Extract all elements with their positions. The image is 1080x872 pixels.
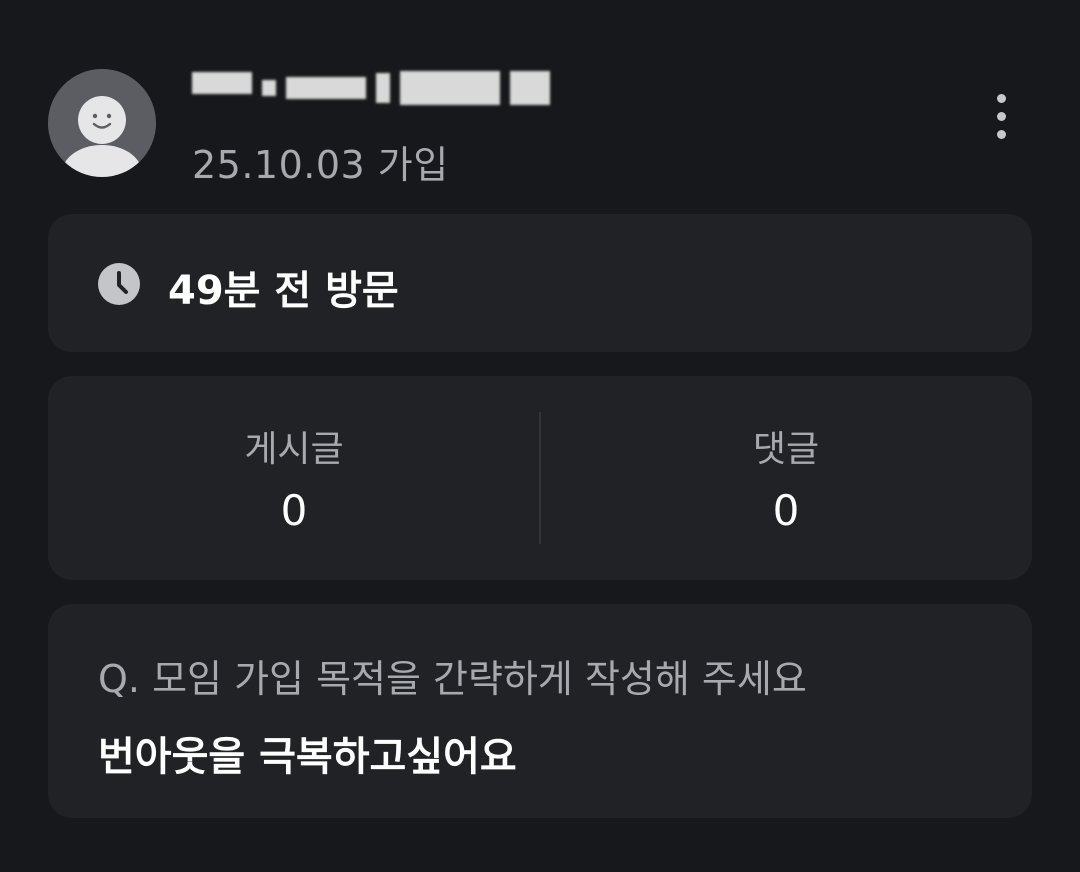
clock-icon — [98, 263, 140, 305]
avatar[interactable] — [48, 69, 156, 177]
more-vertical-icon[interactable] — [984, 92, 1020, 144]
activity-stats-card: 게시글 0 댓글 0 — [48, 376, 1032, 580]
comments-stat[interactable]: 댓글 0 — [540, 376, 1032, 580]
username-redacted — [192, 64, 642, 112]
last-visit-card: 49분 전 방문 — [48, 214, 1032, 352]
comments-label: 댓글 — [752, 429, 820, 470]
posts-label: 게시글 — [244, 429, 344, 470]
join-date: 25.10.03 가입 — [192, 143, 449, 187]
join-purpose-question: Q. 모임 가입 목적을 간략하게 작성해 주세요 — [98, 657, 807, 701]
default-avatar-icon — [48, 69, 156, 177]
posts-count: 0 — [280, 486, 308, 535]
last-visit-text: 49분 전 방문 — [168, 268, 399, 314]
join-purpose-answer: 번아웃을 극복하고싶어요 — [98, 734, 517, 780]
join-purpose-card: Q. 모임 가입 목적을 간략하게 작성해 주세요 번아웃을 극복하고싶어요 — [48, 604, 1032, 818]
comments-count: 0 — [772, 486, 800, 535]
member-profile-page: 25.10.03 가입 49분 전 방문 게시글 0 댓글 0 Q. 모임 가입… — [0, 0, 1080, 872]
posts-stat[interactable]: 게시글 0 — [48, 376, 540, 580]
